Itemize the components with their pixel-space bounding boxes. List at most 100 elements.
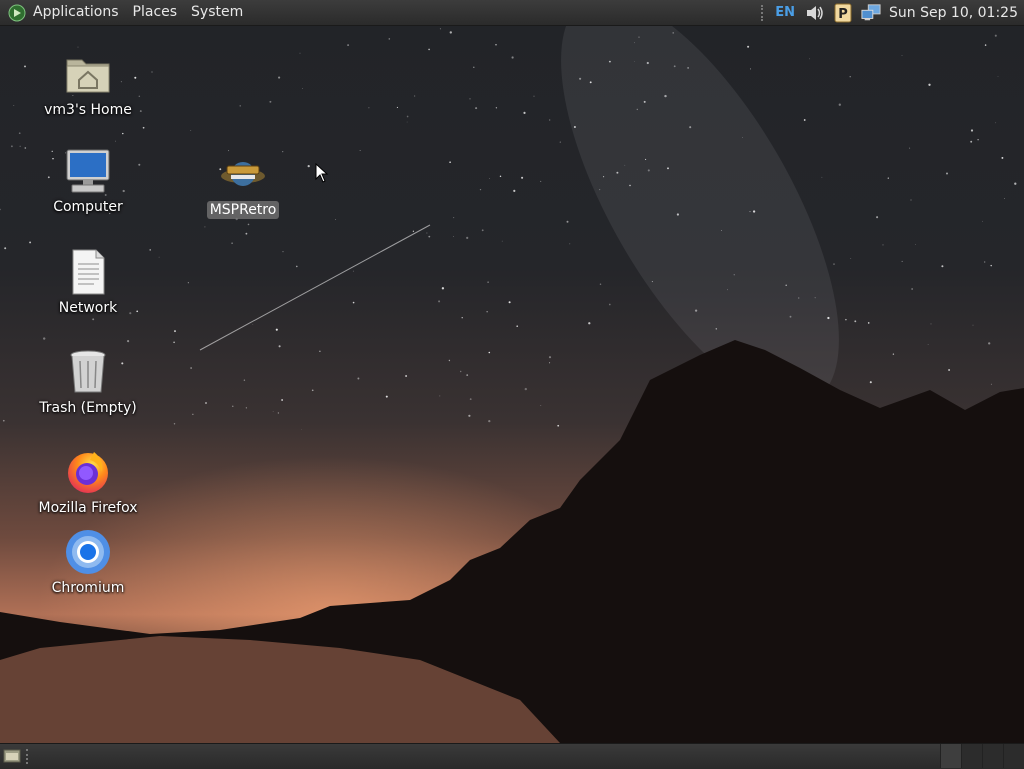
- star: [833, 263, 835, 265]
- star: [495, 44, 497, 46]
- star: [970, 140, 973, 143]
- places-menu[interactable]: Places: [126, 0, 185, 25]
- star: [352, 270, 354, 272]
- mouse-pointer-icon: [315, 163, 329, 183]
- star: [406, 121, 408, 123]
- star: [278, 76, 281, 79]
- star: [990, 264, 992, 267]
- star: [4, 247, 7, 250]
- star: [869, 381, 872, 384]
- desktop-icon-label: Network: [58, 300, 118, 316]
- distro-logo-icon[interactable]: [8, 4, 26, 22]
- meteor-trail: [199, 224, 431, 351]
- desktop-wallpaper[interactable]: [0, 0, 1024, 768]
- star: [412, 230, 415, 232]
- top-panel: Applications Places System EN P Sun Sep …: [0, 0, 1024, 26]
- volume-icon[interactable]: [805, 3, 825, 23]
- star: [426, 232, 428, 234]
- star: [245, 232, 248, 235]
- desktop-icon-label: vm3's Home: [44, 102, 132, 118]
- star: [487, 281, 489, 283]
- star: [749, 68, 751, 70]
- workspace-1[interactable]: [940, 744, 961, 768]
- star: [911, 288, 913, 290]
- desktop-icon-label: Chromium: [51, 580, 125, 596]
- star: [557, 424, 560, 427]
- desktop-icon-chromium[interactable]: Chromium: [33, 528, 143, 597]
- applications-menu[interactable]: Applications: [26, 0, 126, 25]
- star: [984, 261, 986, 263]
- star: [302, 87, 304, 89]
- star: [608, 303, 611, 306]
- star: [994, 34, 997, 37]
- main-menu: Applications Places System: [0, 0, 250, 25]
- system-menu[interactable]: System: [184, 0, 250, 25]
- star: [469, 98, 471, 100]
- keyboard-layout-indicator[interactable]: EN: [775, 5, 795, 20]
- star: [192, 413, 194, 415]
- star: [486, 311, 488, 313]
- desktop-icon-label: Mozilla Firefox: [38, 500, 138, 516]
- desktop-icon-firefox[interactable]: Mozilla Firefox: [33, 448, 143, 517]
- star: [466, 374, 469, 376]
- star: [524, 387, 527, 391]
- desktop-icon-home[interactable]: vm3's Home: [33, 50, 143, 119]
- star: [428, 235, 431, 238]
- star: [385, 395, 388, 398]
- firefox-icon: [68, 452, 108, 493]
- star: [115, 140, 116, 142]
- star: [995, 122, 997, 124]
- star: [272, 410, 274, 412]
- workspace-2[interactable]: [961, 744, 982, 768]
- star: [204, 226, 206, 228]
- star: [850, 257, 852, 259]
- workspace-switcher: [940, 744, 1024, 769]
- star: [173, 341, 175, 344]
- star: [413, 95, 416, 97]
- star: [876, 216, 879, 219]
- workspace-3[interactable]: [982, 744, 1003, 768]
- star: [941, 265, 944, 268]
- svg-text:P: P: [838, 7, 848, 22]
- star: [243, 379, 246, 381]
- star: [479, 188, 482, 191]
- star: [882, 244, 884, 246]
- desktop-icon-trash[interactable]: Trash (Empty): [33, 348, 143, 417]
- document-icon: [72, 249, 105, 295]
- system-tray: EN P Sun Sep 10, 01:25: [761, 0, 1024, 25]
- star: [347, 44, 350, 47]
- star: [533, 95, 535, 97]
- star: [282, 251, 284, 253]
- star: [473, 66, 475, 69]
- desktop-icon-mspretro[interactable]: MSPRetro: [188, 150, 298, 219]
- star: [928, 83, 931, 86]
- star: [359, 150, 361, 151]
- workspace-4[interactable]: [1003, 744, 1024, 768]
- clock[interactable]: Sun Sep 10, 01:25: [889, 5, 1018, 21]
- star: [495, 107, 498, 109]
- star: [513, 189, 516, 192]
- star: [588, 322, 591, 325]
- desktop-icon-computer[interactable]: Computer: [33, 147, 143, 216]
- clipboard-p-icon[interactable]: P: [833, 3, 853, 23]
- network-icon[interactable]: [861, 3, 881, 23]
- desktop-icon-label: Trash (Empty): [39, 400, 137, 416]
- star: [247, 223, 250, 226]
- star: [281, 399, 283, 401]
- star: [747, 45, 750, 48]
- show-desktop-icon[interactable]: [3, 748, 21, 764]
- star: [970, 129, 974, 132]
- star: [549, 119, 551, 121]
- star: [901, 55, 903, 56]
- star: [481, 229, 484, 232]
- star: [77, 46, 79, 48]
- star: [142, 126, 145, 129]
- chromium-icon: [66, 530, 110, 574]
- star: [511, 56, 514, 59]
- star: [0, 208, 1, 211]
- star: [92, 318, 95, 321]
- desktop-icon-network[interactable]: Network: [33, 248, 143, 317]
- star: [301, 429, 302, 430]
- star: [475, 107, 478, 110]
- star: [838, 103, 841, 106]
